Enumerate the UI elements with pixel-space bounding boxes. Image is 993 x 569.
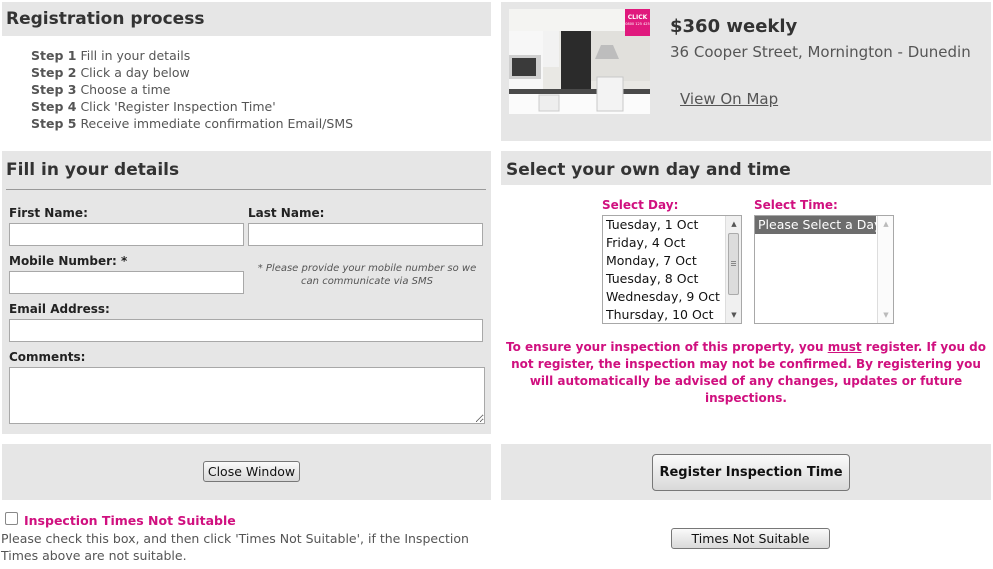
times-not-suitable-button[interactable]: Times Not Suitable (671, 528, 830, 549)
step-1: Step 1 Fill in your details (31, 48, 191, 63)
registration-title: Registration process (6, 9, 205, 29)
close-window-button[interactable]: Close Window (203, 461, 300, 482)
registration-warning: To ensure your inspection of this proper… (506, 340, 987, 405)
mobile-number-note: * Please provide your mobile number so w… (257, 263, 477, 287)
email-address-field[interactable] (9, 319, 483, 342)
register-inspection-time-button[interactable]: Register Inspection Time (652, 454, 850, 491)
not-suitable-label[interactable]: Inspection Times Not Suitable (24, 513, 236, 528)
step-3: Step 3 Choose a time (31, 82, 171, 97)
property-address: 36 Cooper Street, Mornington - Dunedin (670, 43, 971, 61)
day-option[interactable]: Friday, 4 Oct (603, 234, 741, 252)
scroll-up-arrow-icon[interactable]: ▲ (726, 216, 741, 232)
details-title: Fill in your details (6, 160, 180, 180)
time-option[interactable]: Please Select a Day (755, 216, 881, 234)
day-option[interactable]: Thursday, 10 Oct (603, 306, 741, 323)
day-option[interactable]: Tuesday, 8 Oct (603, 270, 741, 288)
step-5: Step 5 Receive immediate confirmation Em… (31, 116, 354, 131)
not-suitable-help: Please check this box, and then click 'T… (1, 531, 469, 563)
scroll-up-arrow-icon: ▲ (883, 220, 889, 228)
comments-field[interactable] (9, 367, 485, 424)
schedule-title: Select your own day and time (506, 160, 791, 180)
day-listbox[interactable]: Tuesday, 1 Oct Friday, 4 Oct Monday, 7 O… (602, 215, 742, 324)
email-address-label: Email Address: (9, 302, 110, 316)
day-list-scrollbar[interactable]: ▲ ▼ (725, 216, 741, 323)
mobile-number-field[interactable] (9, 271, 244, 294)
scroll-down-arrow-icon[interactable]: ▼ (726, 307, 741, 323)
last-name-field[interactable] (248, 223, 483, 246)
details-divider (6, 189, 486, 190)
not-suitable-checkbox[interactable] (5, 512, 18, 525)
registration-steps: Step 1 Fill in your details Step 2 Click… (31, 47, 353, 132)
select-day-label: Select Day: (602, 198, 679, 212)
step-2: Step 2 Click a day below (31, 65, 190, 80)
select-time-label: Select Time: (754, 198, 838, 212)
scroll-thumb[interactable] (728, 233, 739, 295)
day-option[interactable]: Wednesday, 9 Oct (603, 288, 741, 306)
agency-logo: CLICK 0800 125 425 (625, 9, 650, 36)
step-4: Step 4 Click 'Register Inspection Time' (31, 99, 276, 114)
day-option[interactable]: Monday, 7 Oct (603, 252, 741, 270)
time-listbox[interactable]: Please Select a Day ▲ ▼ (754, 215, 894, 324)
first-name-field[interactable] (9, 223, 244, 246)
time-list-scrollbar: ▲ ▼ (877, 216, 893, 323)
view-on-map-link[interactable]: View On Map (680, 90, 778, 108)
property-photo: CLICK 0800 125 425 (509, 9, 650, 114)
day-option[interactable]: Tuesday, 1 Oct (603, 216, 741, 234)
scroll-down-arrow-icon: ▼ (883, 311, 889, 319)
property-price: $360 weekly (670, 16, 798, 37)
comments-label: Comments: (9, 350, 86, 364)
last-name-label: Last Name: (248, 206, 325, 220)
mobile-number-label: Mobile Number: * (9, 254, 128, 268)
first-name-label: First Name: (9, 206, 88, 220)
